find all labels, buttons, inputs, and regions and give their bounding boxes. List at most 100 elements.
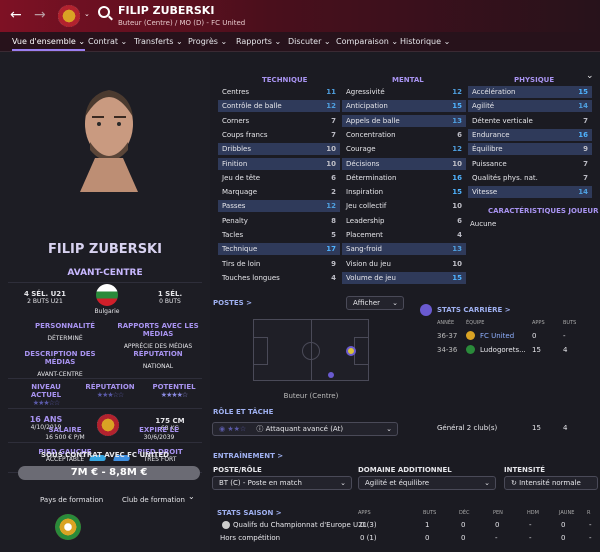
attribute-row-mental[interactable]: Jeu collectif 10 <box>342 200 466 212</box>
role-dropdown[interactable]: ◉ ★★☆ ⓘ Attaquant avancé (At) ⌄ <box>212 422 398 436</box>
expires-value: 30/6/2039 <box>143 434 175 441</box>
tab-progress[interactable]: Progrès ⌄ <box>188 37 227 46</box>
col-team: ÉQUIPE <box>466 320 485 326</box>
career-total-apps: 15 <box>532 424 541 432</box>
training-intensity-label: INTENSITÉ <box>504 466 546 474</box>
chevron-down-icon[interactable]: ⌄ <box>188 492 195 501</box>
tab-history[interactable]: Historique ⌄ <box>400 37 450 46</box>
attribute-name: Jeu de tête <box>222 173 261 182</box>
season-competition[interactable]: Qualifs du Championnat d'Europe U21 <box>233 521 367 529</box>
attribute-row-physique[interactable]: Vitesse 14 <box>468 186 592 199</box>
formation-club-label: Club de formation <box>122 496 185 504</box>
attribute-row-mental[interactable]: Anticipation 15 <box>342 100 466 113</box>
attribute-row-mental[interactable]: Courage 12 <box>342 143 466 155</box>
u21-caps: 4 SÉL. U21 <box>23 290 67 298</box>
attribute-row-mental[interactable]: Décisions 10 <box>342 157 466 170</box>
potential-stars: ★★★★☆ <box>160 391 188 399</box>
attribute-row-technique[interactable]: Tirs de loin 9 <box>218 258 340 270</box>
attribute-row-physique[interactable]: Qualités phys. nat. 7 <box>468 172 592 184</box>
formation-country-label: Pays de formation <box>40 496 104 504</box>
role-title: RÔLE ET TÂCHE <box>213 408 274 416</box>
attribute-row-physique[interactable]: Puissance 7 <box>468 158 592 170</box>
season-stat: 0 <box>561 521 566 529</box>
attribute-row-mental[interactable]: Agressivité 12 <box>342 86 466 98</box>
attribute-name: Vitesse <box>472 188 498 197</box>
attribute-name: Passes <box>222 202 246 211</box>
training-extra-dropdown[interactable]: Agilité et équilibre ⌄ <box>358 476 496 490</box>
attribute-value: 15 <box>452 102 462 111</box>
club-logo[interactable] <box>58 5 80 27</box>
season-title[interactable]: STATS SAISON > <box>217 509 282 517</box>
attribute-row-mental[interactable]: Concentration 6 <box>342 129 466 141</box>
search-icon[interactable] <box>98 6 110 18</box>
training-intensity-button[interactable]: ↻ Intensité normale <box>504 476 598 490</box>
salary-label: SALAIRE <box>48 426 82 434</box>
attribute-row-technique[interactable]: Penalty 8 <box>218 215 340 227</box>
attribute-row-technique[interactable]: Passes 12 <box>218 200 340 213</box>
attribute-row-technique[interactable]: Technique 17 <box>218 243 340 256</box>
attribute-name: Placement <box>346 231 383 239</box>
tab-transfers[interactable]: Transferts ⌄ <box>134 37 183 46</box>
tab-comparison[interactable]: Comparaison ⌄ <box>336 37 398 46</box>
media-label: RAPPORTS AVEC LES MÉDIAS <box>117 322 199 338</box>
country-name[interactable]: Bulgarie <box>82 308 132 315</box>
transfer-value[interactable]: 7M € - 8,8M € <box>18 466 200 480</box>
attribute-value: 15 <box>452 273 462 282</box>
career-title[interactable]: STATS CARRIÈRE > <box>437 306 511 314</box>
attribute-value: 8 <box>331 216 336 225</box>
career-team-link[interactable]: Ludogorets... <box>480 346 526 354</box>
tab-contract[interactable]: Contrat ⌄ <box>88 37 127 46</box>
attribute-row-technique[interactable]: Marquage 2 <box>218 186 340 198</box>
attribute-row-physique[interactable]: Agilité 14 <box>468 100 592 113</box>
show-dropdown[interactable]: Afficher ⌄ <box>346 296 404 310</box>
col-goals: BUTS <box>563 320 577 326</box>
tab-discuss[interactable]: Discuter ⌄ <box>288 37 331 46</box>
attribute-row-mental[interactable]: Leadership 6 <box>342 215 466 227</box>
season-stat: - <box>529 521 532 529</box>
divider <box>8 408 202 409</box>
attribute-value: 7 <box>331 130 336 139</box>
tab-reports[interactable]: Rapports ⌄ <box>236 37 281 46</box>
attribute-name: Équilibre <box>472 145 503 154</box>
col-apps: APPS <box>532 320 545 326</box>
attribute-row-mental[interactable]: Inspiration 15 <box>342 186 466 198</box>
attribute-row-mental[interactable]: Détermination 16 <box>342 172 466 184</box>
attribute-row-technique[interactable]: Coups francs 7 <box>218 129 340 141</box>
attribute-row-mental[interactable]: Appels de balle 13 <box>342 114 466 127</box>
player-name: FILIP ZUBERSKI <box>118 4 215 17</box>
forward-arrow-icon[interactable]: → <box>34 8 46 22</box>
attribute-row-mental[interactable]: Sang-froid 13 <box>342 243 466 256</box>
attribute-row-technique[interactable]: Corners 7 <box>218 115 340 127</box>
traits-heading: CARACTÉRISTIQUES JOUEUR <box>488 207 599 215</box>
training-title[interactable]: ENTRAÎNEMENT > <box>213 452 283 460</box>
attribute-name: Accélération <box>472 88 516 96</box>
attribute-row-physique[interactable]: Endurance 16 <box>468 128 592 141</box>
attribute-row-mental[interactable]: Vision du jeu 10 <box>342 258 466 270</box>
attribute-row-physique[interactable]: Détente verticale 7 <box>468 115 592 127</box>
season-competition[interactable]: Hors compétition <box>220 534 280 542</box>
attribute-row-technique[interactable]: Tacles 5 <box>218 229 340 241</box>
career-goals: 4 <box>563 346 568 354</box>
career-team-link[interactable]: FC United <box>480 332 514 340</box>
back-arrow-icon[interactable]: ← <box>10 8 22 22</box>
attribute-row-technique[interactable]: Jeu de tête 6 <box>218 172 340 184</box>
attribute-row-technique[interactable]: Dribbles 10 <box>218 143 340 156</box>
chevron-down-icon[interactable]: ⌄ <box>84 10 90 18</box>
bulgaria-flag-icon <box>96 284 118 306</box>
attribute-row-technique[interactable]: Finition 10 <box>218 157 340 170</box>
attribute-name: Endurance <box>472 130 510 139</box>
attribute-row-technique[interactable]: Centres 11 <box>218 86 340 98</box>
attribute-row-mental[interactable]: Placement 4 <box>342 229 466 241</box>
training-role-dropdown[interactable]: BT (C) - Poste en match ⌄ <box>212 476 352 490</box>
chevron-down-icon[interactable]: ⌄ <box>586 71 594 81</box>
attribute-row-technique[interactable]: Touches longues 4 <box>218 272 340 284</box>
tab-overview[interactable]: Vue d'ensemble ⌄ <box>12 37 86 51</box>
attribute-value: 15 <box>578 88 588 96</box>
season-stat: 0 (3) <box>360 521 377 529</box>
attribute-row-physique[interactable]: Équilibre 9 <box>468 143 592 156</box>
positions-title[interactable]: POSTES > <box>213 299 252 307</box>
attribute-row-mental[interactable]: Volume de jeu 15 <box>342 271 466 284</box>
training-role-label: POSTE/RÔLE <box>213 466 262 474</box>
attribute-row-physique[interactable]: Accélération 15 <box>468 86 592 98</box>
attribute-row-technique[interactable]: Contrôle de balle 12 <box>218 100 340 113</box>
